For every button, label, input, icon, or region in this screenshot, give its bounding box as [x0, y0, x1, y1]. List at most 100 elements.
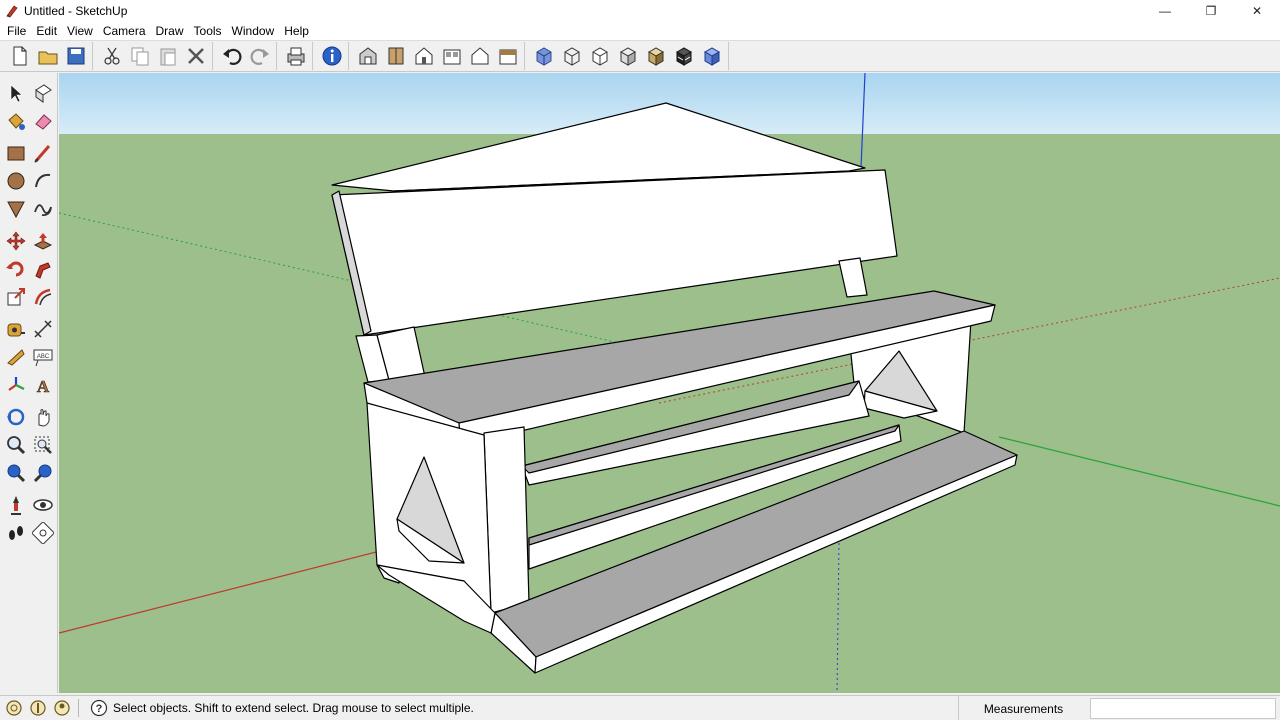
section-plane-tool[interactable] [30, 519, 58, 547]
wireframe-icon [561, 45, 583, 67]
polygon-tool[interactable] [2, 195, 30, 223]
monochrome-button[interactable] [670, 42, 698, 70]
paste-button[interactable] [154, 42, 182, 70]
position-camera-tool[interactable] [2, 491, 30, 519]
eraser-tool[interactable] [30, 107, 58, 135]
look-around-tool[interactable] [30, 491, 58, 519]
credits-icon[interactable] [28, 698, 48, 718]
zoom-tool[interactable] [2, 431, 30, 459]
move-tool[interactable] [2, 227, 30, 255]
menu-edit[interactable]: Edit [31, 22, 62, 40]
previous-view-tool[interactable] [30, 459, 58, 487]
menu-tools[interactable]: Tools [189, 22, 227, 40]
back-view-button[interactable] [466, 42, 494, 70]
wireframe-button[interactable] [558, 42, 586, 70]
user-icon[interactable] [52, 698, 72, 718]
scale-tool[interactable] [2, 283, 30, 311]
select-icon [5, 82, 27, 104]
follow-me-tool[interactable] [30, 255, 58, 283]
print-icon [285, 45, 307, 67]
3d-text-tool[interactable]: A [30, 371, 58, 399]
rotate-tool[interactable] [2, 255, 30, 283]
new-icon [9, 45, 31, 67]
top-view-button[interactable] [382, 42, 410, 70]
zoom-extents-tool[interactable] [2, 459, 30, 487]
scene-canvas[interactable] [59, 73, 1280, 693]
save-button[interactable] [62, 42, 90, 70]
line-tool[interactable] [30, 139, 58, 167]
drawing-viewport[interactable] [59, 73, 1280, 693]
menu-view[interactable]: View [62, 22, 98, 40]
text-tool[interactable]: ABC [30, 343, 58, 371]
rectangle-tool[interactable] [2, 139, 30, 167]
dimension-tool[interactable] [30, 315, 58, 343]
sketchup-logo-icon [4, 3, 20, 19]
toolbar-group [316, 42, 349, 70]
cut-button[interactable] [98, 42, 126, 70]
freehand-tool[interactable] [30, 195, 58, 223]
select-tool[interactable] [2, 79, 30, 107]
front-view-button[interactable] [410, 42, 438, 70]
pan-icon [32, 406, 54, 428]
offset-icon [32, 286, 54, 308]
open-button[interactable] [34, 42, 62, 70]
palette-row: A [0, 371, 57, 399]
make-component-tool[interactable] [30, 79, 58, 107]
redo-button[interactable] [246, 42, 274, 70]
pan-tool[interactable] [30, 403, 58, 431]
minimize-button[interactable]: — [1142, 0, 1188, 22]
menu-help[interactable]: Help [279, 22, 314, 40]
axes-tool[interactable] [2, 371, 30, 399]
menu-draw[interactable]: Draw [151, 22, 189, 40]
menu-window[interactable]: Window [227, 22, 280, 40]
help-icon[interactable]: ? [89, 698, 109, 718]
new-button[interactable] [6, 42, 34, 70]
geo-location-icon[interactable] [4, 698, 24, 718]
right-view-button[interactable] [438, 42, 466, 70]
undo-button[interactable] [218, 42, 246, 70]
protractor-tool[interactable] [2, 343, 30, 371]
print-button[interactable] [282, 42, 310, 70]
save-icon [65, 45, 87, 67]
tape-measure-icon [5, 318, 27, 340]
circle-tool[interactable] [2, 167, 30, 195]
model-info-button[interactable] [318, 42, 346, 70]
orbit-tool[interactable] [2, 403, 30, 431]
eraser-icon [32, 110, 54, 132]
erase-selection-button[interactable] [182, 42, 210, 70]
rectangle-icon [5, 142, 27, 164]
shaded-textures-icon [645, 45, 667, 67]
measurements-input[interactable] [1090, 698, 1276, 719]
shaded-button[interactable] [614, 42, 642, 70]
left-view-button[interactable] [494, 42, 522, 70]
back-edges-icon [701, 45, 723, 67]
tape-measure-tool[interactable] [2, 315, 30, 343]
zoom-window-tool[interactable] [30, 431, 58, 459]
hidden-line-button[interactable] [586, 42, 614, 70]
close-button[interactable]: ✕ [1234, 0, 1280, 22]
xray-button[interactable] [530, 42, 558, 70]
position-camera-icon [5, 494, 27, 516]
toolbar-group [216, 42, 277, 70]
walk-tool[interactable] [2, 519, 30, 547]
palette-row [0, 519, 57, 547]
axes-icon [5, 374, 27, 396]
menu-file[interactable]: File [2, 22, 31, 40]
copy-icon [129, 45, 151, 67]
menu-camera[interactable]: Camera [98, 22, 151, 40]
shaded-textures-button[interactable] [642, 42, 670, 70]
back-edges-button[interactable] [698, 42, 726, 70]
paint-bucket-tool[interactable] [2, 107, 30, 135]
look-around-icon [32, 494, 54, 516]
svg-text:A: A [37, 377, 50, 396]
measurements-label: Measurements [958, 696, 1088, 720]
copy-button[interactable] [126, 42, 154, 70]
arc-tool[interactable] [30, 167, 58, 195]
toolbar-group [280, 42, 313, 70]
offset-tool[interactable] [30, 283, 58, 311]
push-pull-tool[interactable] [30, 227, 58, 255]
rotate-icon [5, 258, 27, 280]
push-pull-icon [32, 230, 54, 252]
restore-button[interactable]: ❐ [1188, 0, 1234, 22]
iso-view-button[interactable] [354, 42, 382, 70]
